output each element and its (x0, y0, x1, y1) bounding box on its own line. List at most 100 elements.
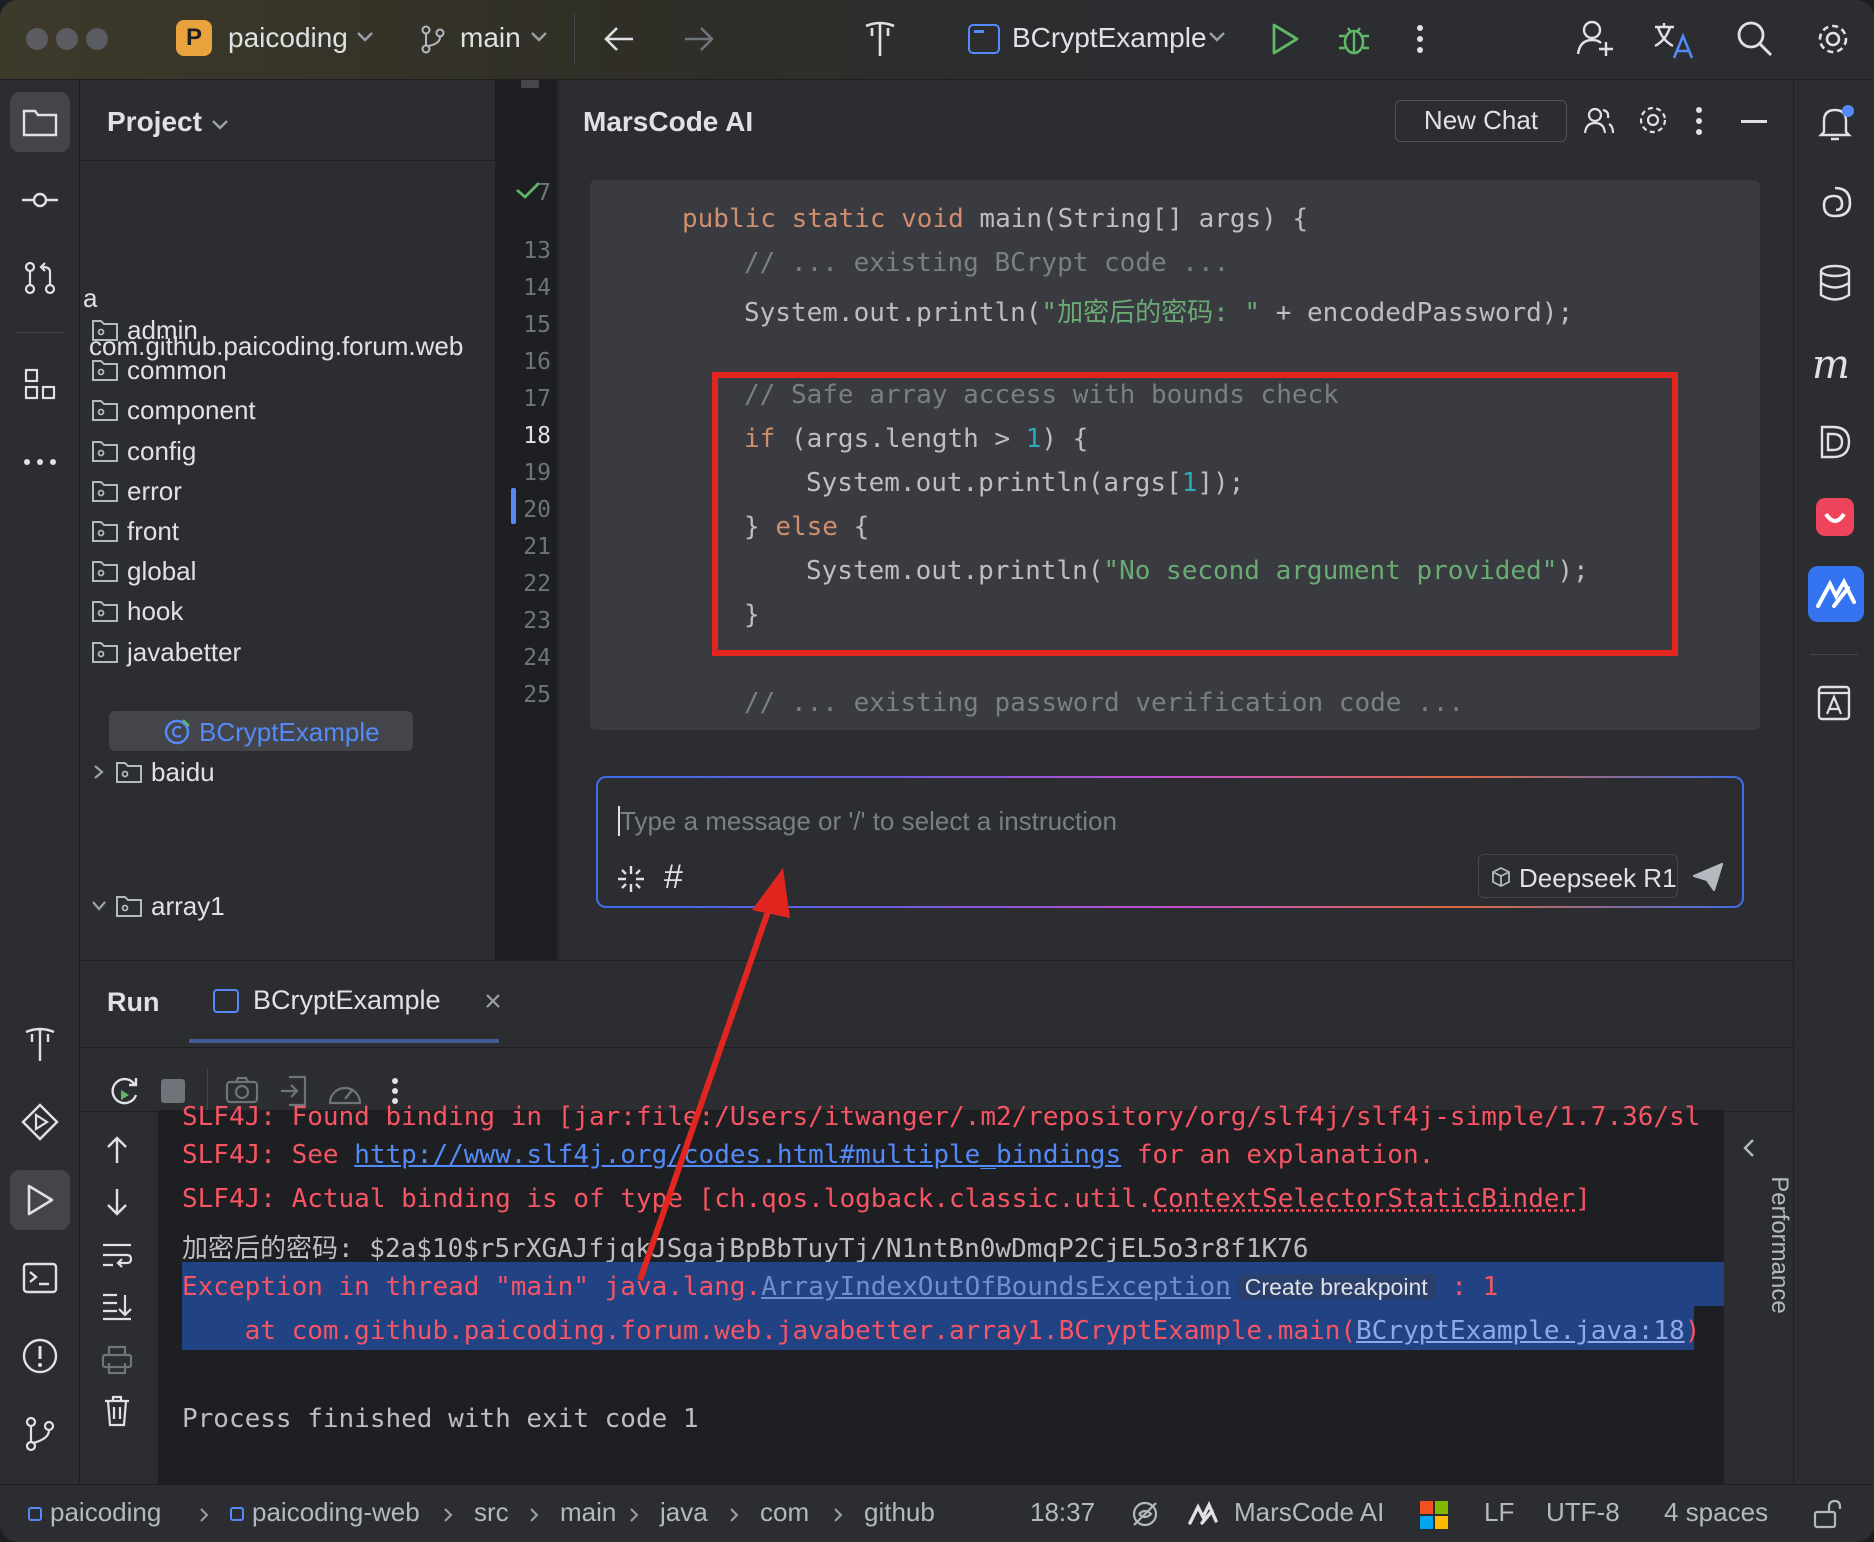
add-user-icon[interactable] (1576, 18, 1616, 58)
run-config-selector[interactable]: BCryptExample (1012, 22, 1207, 54)
breadcrumb-item[interactable]: java (660, 1497, 708, 1528)
line-ending[interactable]: LF (1484, 1497, 1514, 1528)
breadcrumb-item[interactable]: github (864, 1497, 935, 1528)
minimize-panel-icon[interactable] (1741, 120, 1767, 123)
project-selector[interactable]: paicoding (228, 22, 348, 54)
chat-input-placeholder[interactable]: Type a message or '/' to select a instru… (620, 806, 1117, 837)
scroll-to-end-icon[interactable] (101, 1291, 133, 1321)
notifications-bell-icon[interactable] (1816, 104, 1856, 144)
branch-selector[interactable]: main (460, 22, 521, 54)
debug-bug-icon[interactable] (1336, 20, 1372, 58)
scroll-down-arrow-icon[interactable] (105, 1187, 129, 1217)
chevron-down-icon[interactable] (1208, 30, 1226, 44)
breadcrumb-item[interactable]: main (560, 1497, 616, 1528)
rerun-icon[interactable] (107, 1075, 141, 1109)
tree-folder-admin[interactable]: admin (91, 310, 198, 350)
exception-class-link[interactable]: ArrayIndexOutOfBoundsException (761, 1272, 1231, 1302)
run-config-icon (213, 989, 239, 1013)
line-number: 23 (523, 608, 551, 634)
chevron-down-icon[interactable] (530, 30, 548, 44)
build-hammer-icon[interactable] (10, 1014, 70, 1074)
zoom-window-button[interactable] (86, 28, 108, 50)
terminal-icon[interactable] (10, 1248, 70, 1308)
chevron-right-icon[interactable] (91, 764, 107, 780)
package-folder-icon (116, 762, 142, 783)
soft-wrap-icon[interactable] (101, 1241, 133, 1269)
tree-folder-javabetter[interactable]: javabetter (91, 632, 241, 672)
chevron-down-icon[interactable] (91, 900, 107, 912)
tree-folder-hook[interactable]: hook (91, 591, 183, 631)
tree-folder-array1[interactable]: array1 (91, 886, 225, 926)
more-vertical-icon[interactable] (1416, 24, 1424, 54)
ai-assistant-spiral-icon[interactable] (1816, 184, 1854, 222)
maven-icon[interactable]: m (1812, 342, 1850, 388)
tree-folder-common[interactable]: common (91, 350, 227, 390)
more-vertical-icon[interactable] (391, 1077, 399, 1105)
search-icon[interactable] (1736, 20, 1774, 58)
file-encoding[interactable]: UTF-8 (1546, 1497, 1620, 1528)
tree-folder-config[interactable]: config (91, 431, 196, 471)
tree-folder-front[interactable]: front (91, 511, 179, 551)
trash-icon[interactable] (103, 1395, 131, 1427)
console-class-link[interactable]: ContextSelectorStaticBinder (1153, 1184, 1576, 1214)
ai-translate-book-icon[interactable] (1816, 682, 1852, 722)
new-chat-button[interactable]: New Chat (1395, 100, 1567, 142)
close-window-button[interactable] (26, 28, 48, 50)
breadcrumb-item[interactable]: com (760, 1497, 809, 1528)
tree-file-bcryptexample[interactable]: BCryptExample (163, 712, 380, 752)
docker-d-icon[interactable] (1818, 424, 1852, 460)
console-line: SLF4J: Actual binding is of type [ch.qos… (182, 1184, 1591, 1214)
pull-requests-icon[interactable] (10, 248, 70, 308)
create-breakpoint-badge[interactable]: Create breakpoint (1236, 1274, 1436, 1300)
performance-side-tab[interactable]: Performance (1765, 1175, 1793, 1315)
stacktrace-link[interactable]: BCryptExample.java:18 (1356, 1316, 1685, 1346)
database-icon[interactable] (1818, 264, 1852, 302)
back-arrow-icon[interactable] (602, 24, 636, 54)
scroll-up-arrow-icon[interactable] (105, 1135, 129, 1165)
run-tool-button[interactable] (10, 1170, 70, 1230)
tree-folder-baidu[interactable]: baidu (91, 752, 215, 792)
print-icon[interactable] (101, 1345, 133, 1375)
unlock-icon[interactable] (1812, 1499, 1842, 1529)
chevron-down-icon[interactable] (211, 118, 229, 132)
forward-arrow-icon[interactable] (682, 24, 716, 54)
tree-folder-label: component (127, 395, 256, 426)
breadcrumb-item[interactable]: src (474, 1497, 509, 1528)
minimize-window-button[interactable] (56, 28, 78, 50)
users-icon[interactable] (1583, 106, 1615, 136)
build-hammer-icon[interactable] (862, 18, 898, 60)
more-vertical-icon[interactable] (1695, 106, 1703, 136)
marscode-tool-button[interactable] (1808, 566, 1864, 622)
tree-folder-label: global (127, 556, 197, 587)
breadcrumb-item[interactable]: paicoding (50, 1497, 161, 1528)
model-selector[interactable]: Deepseek R1 (1478, 854, 1678, 898)
close-icon[interactable] (483, 991, 503, 1011)
git-icon[interactable] (10, 1404, 70, 1464)
marscode-status[interactable]: MarsCode AI (1234, 1497, 1384, 1528)
no-inspection-icon[interactable] (1130, 1499, 1160, 1529)
plugin-red-icon[interactable] (1816, 498, 1854, 536)
stop-icon[interactable] (161, 1079, 185, 1103)
breadcrumb-item[interactable]: paicoding-web (252, 1497, 420, 1528)
more-horizontal-icon[interactable] (10, 432, 70, 492)
project-panel-title[interactable]: Project (107, 106, 202, 138)
services-icon[interactable] (10, 1092, 70, 1152)
indent-setting[interactable]: 4 spaces (1664, 1497, 1768, 1528)
run-tab[interactable]: BCryptExample (213, 981, 527, 1027)
tree-folder-global[interactable]: global (91, 551, 196, 591)
translate-icon[interactable] (1652, 20, 1696, 60)
tree-folder-component[interactable]: component (91, 390, 256, 430)
camera-icon[interactable] (225, 1075, 259, 1105)
project-tool-button[interactable] (10, 92, 70, 152)
settings-gear-icon[interactable] (1814, 20, 1852, 58)
caret-position[interactable]: 18:37 (1030, 1497, 1095, 1528)
send-icon[interactable] (1692, 862, 1724, 892)
structure-icon[interactable] (10, 354, 70, 414)
problems-icon[interactable] (10, 1326, 70, 1386)
run-icon[interactable] (1270, 22, 1300, 56)
chevron-down-icon[interactable] (356, 30, 374, 44)
tree-folder-error[interactable]: error (91, 471, 182, 511)
settings-gear-icon[interactable] (1637, 104, 1669, 136)
commit-icon[interactable] (10, 170, 70, 230)
chevron-left-icon[interactable] (1741, 1137, 1757, 1159)
